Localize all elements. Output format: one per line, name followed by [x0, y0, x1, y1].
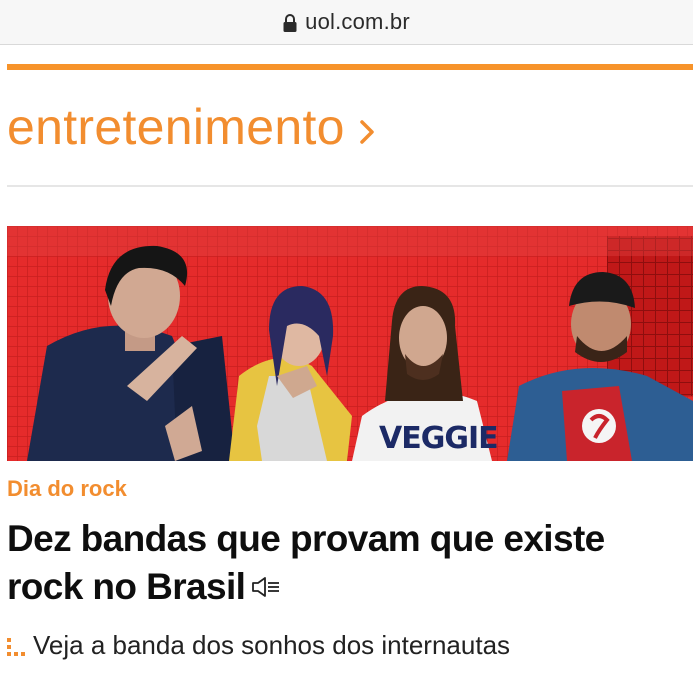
address-bar[interactable]: uol.com.br	[0, 0, 693, 45]
veggie-shirt-text: VEGGIE	[379, 421, 498, 456]
chevron-right-icon[interactable]	[359, 119, 375, 145]
url-text[interactable]: uol.com.br	[305, 9, 410, 35]
section-header-link[interactable]: entretenimento	[7, 92, 375, 162]
section-top-rule	[7, 64, 693, 70]
article-headline[interactable]: Dez bandas que provam que existe rock no…	[7, 515, 687, 611]
dots-icon	[7, 637, 25, 656]
lock-icon	[283, 14, 297, 32]
speaker-icon[interactable]	[251, 575, 281, 599]
section-title[interactable]: entretenimento	[7, 102, 345, 152]
article-kicker[interactable]: Dia do rock	[7, 476, 127, 502]
band-photo[interactable]: VEGGIE	[7, 226, 693, 461]
section-divider	[7, 185, 693, 187]
headline-text[interactable]: Dez bandas que provam que existe rock no…	[7, 518, 605, 607]
band-photo-art: VEGGIE	[7, 226, 693, 461]
related-link-label[interactable]: Veja a banda dos sonhos dos internautas	[33, 630, 510, 661]
related-link[interactable]: Veja a banda dos sonhos dos internautas	[7, 630, 510, 661]
